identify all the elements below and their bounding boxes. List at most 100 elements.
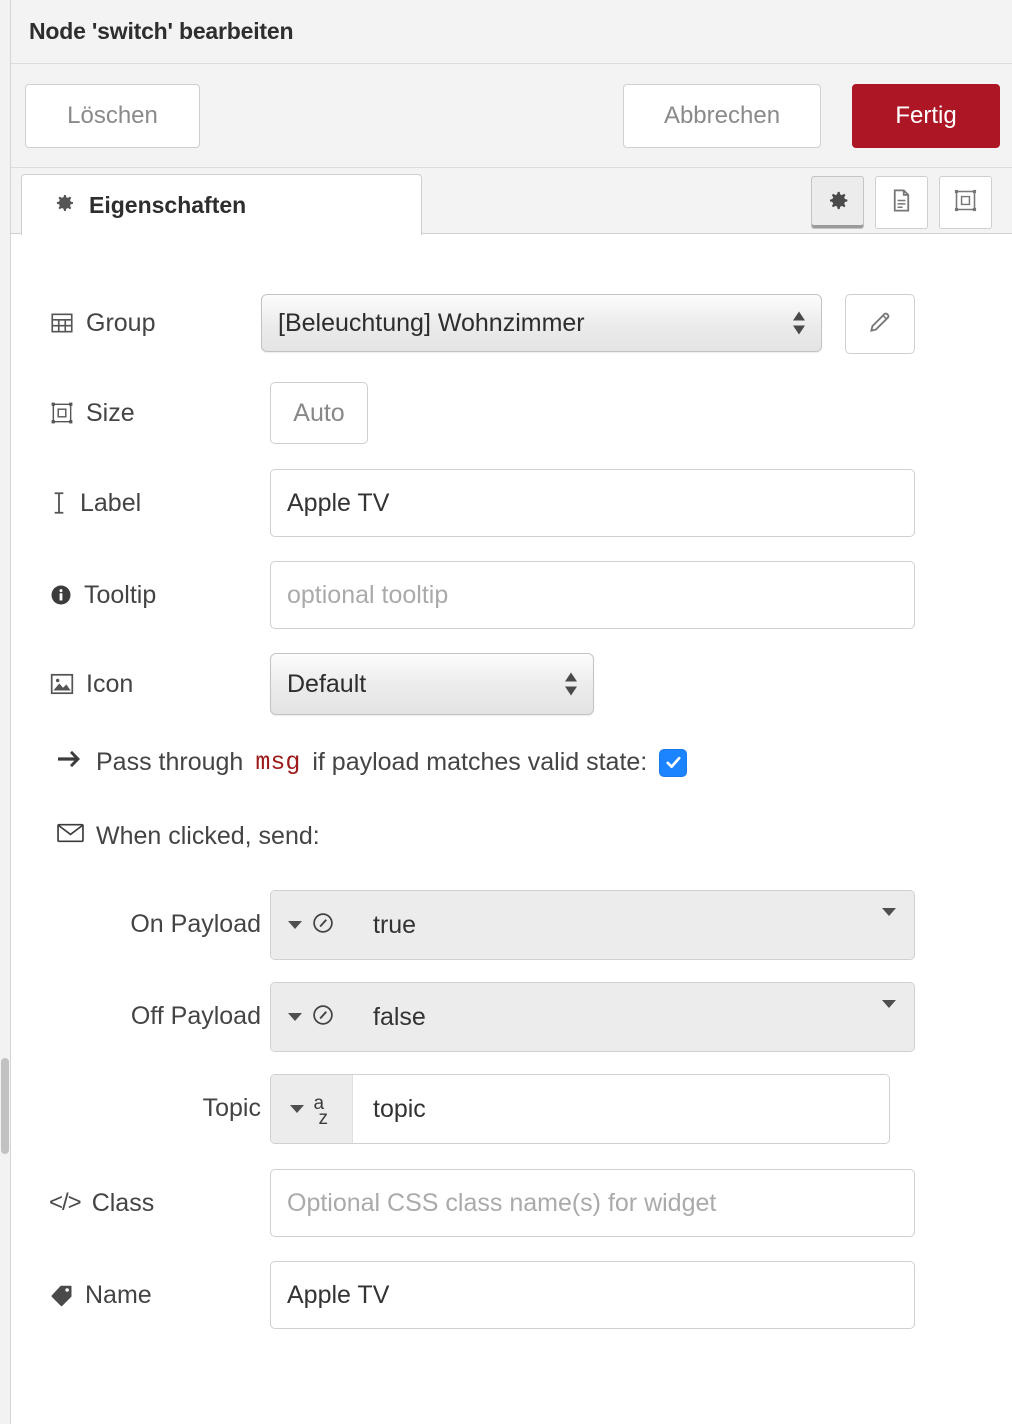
passthrough-row: Pass through msg if payload matches vali… bbox=[57, 748, 688, 777]
tag-icon bbox=[49, 1283, 74, 1308]
tooltip-label-col: Tooltip bbox=[49, 561, 261, 629]
off-payload-label: Off Payload bbox=[130, 1002, 261, 1030]
icon-label-col: Icon bbox=[49, 653, 261, 715]
chevron-down-icon bbox=[289, 1105, 304, 1113]
grid-table-icon bbox=[49, 310, 75, 336]
gear-icon bbox=[824, 187, 851, 219]
group-select[interactable]: [Beleuchtung] Wohnzimmer bbox=[261, 294, 822, 352]
scrollbar-track[interactable] bbox=[0, 0, 11, 1424]
class-label-text: Class bbox=[91, 1188, 155, 1217]
group-edit-button[interactable] bbox=[845, 294, 915, 354]
label-input[interactable] bbox=[270, 469, 915, 537]
size-label: Size bbox=[49, 399, 135, 428]
text-cursor-icon bbox=[49, 490, 69, 516]
topic-value: topic bbox=[353, 1075, 889, 1143]
class-label-col: </> Class bbox=[49, 1169, 261, 1237]
field-row-topic: Topic a z topic bbox=[11, 1074, 1012, 1144]
done-button[interactable]: Fertig bbox=[852, 84, 1000, 148]
page-title: Node 'switch' bearbeiten bbox=[29, 18, 294, 44]
off-payload-typed-input[interactable]: false bbox=[270, 982, 915, 1052]
scrollbar-thumb[interactable] bbox=[1, 1058, 9, 1154]
icon-label-text: Icon bbox=[86, 669, 134, 698]
properties-tab-icon-button[interactable] bbox=[811, 176, 864, 229]
tooltip-input[interactable] bbox=[270, 561, 915, 629]
on-payload-type-selector[interactable] bbox=[271, 891, 353, 959]
field-row-on-payload: On Payload true bbox=[11, 890, 1012, 960]
tab-properties[interactable]: Eigenschaften bbox=[21, 174, 422, 235]
dialog-header: Node 'switch' bearbeiten bbox=[11, 0, 1012, 64]
when-clicked-label: When clicked, send: bbox=[96, 822, 320, 850]
name-label-col: Name bbox=[49, 1261, 261, 1329]
node-edit-dialog: Node 'switch' bearbeiten Löschen Abbrech… bbox=[0, 0, 1012, 1424]
tooltip-label-text: Tooltip bbox=[84, 580, 157, 609]
topic-label: Topic bbox=[202, 1094, 261, 1122]
image-icon bbox=[49, 672, 75, 696]
field-row-group: Group [Beleuchtung] Wohnzimmer bbox=[11, 290, 1012, 356]
chevron-down-icon bbox=[288, 1013, 302, 1021]
label-label-text: Label bbox=[80, 488, 142, 517]
on-payload-label: On Payload bbox=[130, 910, 261, 938]
gear-icon bbox=[52, 191, 76, 220]
group-label: Group bbox=[49, 309, 155, 338]
field-row-name: Name bbox=[11, 1261, 1012, 1329]
on-payload-value: true bbox=[353, 891, 914, 959]
field-row-size: Size Auto bbox=[11, 382, 1012, 444]
name-label-text: Name bbox=[85, 1280, 152, 1309]
label-label-col: Label bbox=[49, 469, 261, 537]
select-stepper-arrows-icon bbox=[564, 672, 578, 696]
msg-token: msg bbox=[255, 748, 301, 777]
topic-type-selector[interactable]: a z bbox=[271, 1075, 353, 1143]
arrow-right-icon bbox=[57, 748, 84, 777]
select-stepper-arrows-icon bbox=[792, 311, 806, 335]
field-row-label: Label bbox=[11, 469, 1012, 537]
resize-icon bbox=[49, 400, 75, 426]
code-brackets-icon: </> bbox=[49, 1189, 82, 1216]
size-button[interactable]: Auto bbox=[270, 382, 368, 444]
chevron-down-icon bbox=[288, 921, 302, 929]
group-label-text: Group bbox=[86, 308, 156, 337]
description-tab-icon-button[interactable] bbox=[875, 176, 928, 229]
icon-select-value: Default bbox=[287, 669, 367, 698]
when-clicked-row: When clicked, send: bbox=[57, 822, 320, 851]
passthrough-checkbox[interactable] bbox=[659, 748, 688, 777]
passthrough-text-before: Pass through bbox=[96, 748, 244, 776]
pencil-icon bbox=[867, 309, 893, 340]
icon-select[interactable]: Default bbox=[270, 653, 594, 715]
size-label-col: Size bbox=[49, 382, 261, 444]
layout-resize-icon bbox=[952, 187, 979, 219]
topic-typed-input[interactable]: a z topic bbox=[270, 1074, 890, 1144]
passthrough-text-after: if payload matches valid state: bbox=[312, 748, 648, 776]
string-type-icon: a z bbox=[313, 1093, 329, 1129]
properties-panel: Group [Beleuchtung] Wohnzimmer Size Auto… bbox=[11, 234, 1012, 1424]
field-row-off-payload: Off Payload false bbox=[11, 982, 1012, 1052]
icon-field-label: Icon bbox=[49, 670, 133, 699]
boolean-type-icon bbox=[310, 1002, 336, 1033]
class-input[interactable] bbox=[270, 1169, 915, 1237]
class-label: </> Class bbox=[49, 1189, 154, 1218]
tab-properties-label: Eigenschaften bbox=[89, 191, 247, 218]
document-icon bbox=[888, 187, 915, 219]
field-row-class: </> Class bbox=[11, 1169, 1012, 1237]
label-label: Label bbox=[49, 489, 141, 518]
field-row-icon: Icon Default bbox=[11, 653, 1012, 715]
cancel-button[interactable]: Abbrechen bbox=[623, 84, 821, 148]
size-label-text: Size bbox=[86, 398, 135, 427]
dialog-button-bar: Löschen Abbrechen Fertig bbox=[11, 64, 1012, 168]
delete-button[interactable]: Löschen bbox=[25, 84, 200, 148]
on-payload-typed-input[interactable]: true bbox=[270, 890, 915, 960]
size-button-value: Auto bbox=[293, 398, 345, 427]
boolean-type-icon bbox=[310, 910, 336, 941]
name-label: Name bbox=[49, 1281, 152, 1310]
off-payload-type-selector[interactable] bbox=[271, 983, 353, 1051]
tooltip-label: Tooltip bbox=[49, 581, 156, 610]
info-circle-icon bbox=[49, 583, 73, 607]
off-payload-value: false bbox=[353, 983, 914, 1051]
field-row-tooltip: Tooltip bbox=[11, 561, 1012, 629]
appearance-tab-icon-button[interactable] bbox=[939, 176, 992, 229]
name-input[interactable] bbox=[270, 1261, 915, 1329]
tab-bar: Eigenschaften bbox=[11, 168, 1012, 235]
group-select-value: [Beleuchtung] Wohnzimmer bbox=[278, 308, 585, 337]
envelope-icon bbox=[57, 822, 84, 851]
group-label-col: Group bbox=[49, 290, 261, 356]
tab-icon-group bbox=[811, 176, 992, 229]
